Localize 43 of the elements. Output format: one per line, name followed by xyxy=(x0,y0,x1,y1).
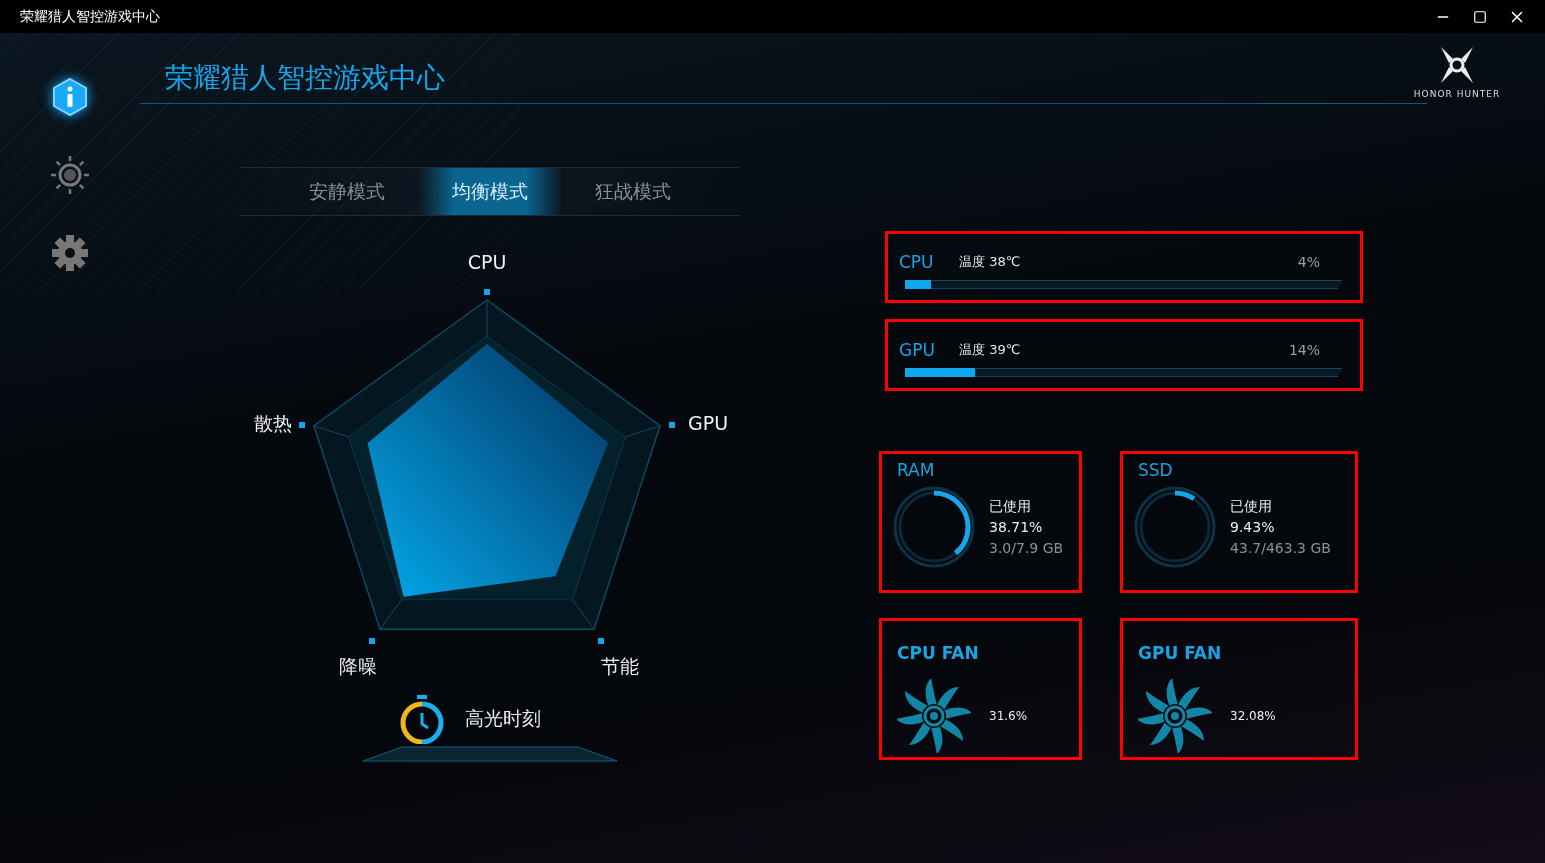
brightness-icon xyxy=(50,155,90,195)
sidebar-item[interactable] xyxy=(50,77,90,117)
mode-tab[interactable]: 狂战模式 xyxy=(561,168,705,215)
mode-tab[interactable]: 均衡模式 xyxy=(418,168,562,215)
axis-marker xyxy=(669,422,675,428)
usage-percent: 9.43% xyxy=(1230,517,1276,537)
fan-name: CPU FAN xyxy=(897,643,980,663)
storage-name: SSD xyxy=(1138,460,1174,480)
maximize-icon[interactable] xyxy=(1472,9,1487,24)
logo-text: HONOR HUNTER xyxy=(1413,89,1501,99)
fan-icon xyxy=(1138,679,1212,753)
usage-amount: 43.7/463.3 GB xyxy=(1230,538,1331,558)
component-name: CPU xyxy=(899,252,935,272)
usage-caption: 已使用 xyxy=(1230,496,1273,516)
info-icon xyxy=(51,77,89,117)
fan-reading: 31.6% xyxy=(989,709,1028,723)
mode-tab[interactable]: 安静模式 xyxy=(275,168,419,215)
axis-label: 降噪 xyxy=(339,655,377,677)
axis-marker xyxy=(299,422,305,428)
fan-name: GPU FAN xyxy=(1138,643,1223,663)
temperature-text: 温度 39℃ xyxy=(959,341,1022,359)
app-title: 荣耀猎人智控游戏中心 xyxy=(165,60,445,96)
usage-reading: 4% xyxy=(1297,254,1320,270)
usage-caption: 已使用 xyxy=(989,496,1032,516)
storage-name: RAM xyxy=(897,460,936,480)
axis-marker xyxy=(369,638,375,644)
axis-label: 散热 xyxy=(254,412,292,434)
axis-label: GPU xyxy=(688,412,729,434)
axis-label: CPU xyxy=(467,251,507,273)
highlight-label[interactable]: 高光时刻 xyxy=(465,706,541,732)
usage-reading: 14% xyxy=(1288,342,1320,358)
component-name: GPU xyxy=(899,340,936,360)
axis-marker xyxy=(598,638,604,644)
axis-marker xyxy=(484,289,490,295)
temperature-text: 温度 38℃ xyxy=(959,253,1022,271)
fan-icon xyxy=(897,679,971,753)
axis-label: 节能 xyxy=(601,655,639,677)
usage-percent: 38.71% xyxy=(989,517,1044,537)
usage-amount: 3.0/7.9 GB xyxy=(989,538,1064,558)
settings-icon xyxy=(51,234,89,272)
stopwatch-icon[interactable] xyxy=(399,694,445,744)
window-title: 荣耀猎人智控游戏中心 xyxy=(20,7,161,26)
fan-reading: 32.08% xyxy=(1230,709,1276,723)
